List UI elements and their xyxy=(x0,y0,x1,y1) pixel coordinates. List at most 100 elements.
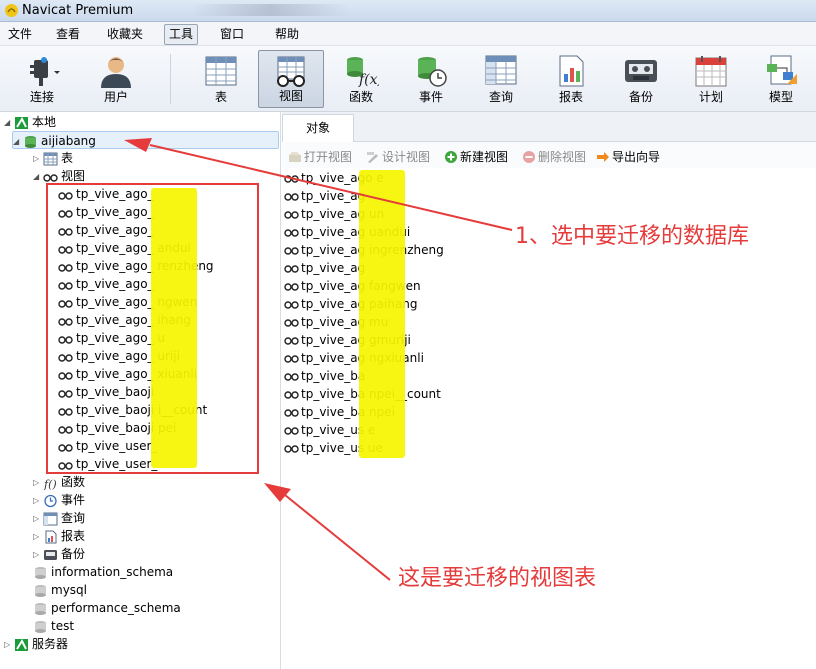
menu-file[interactable]: 文件 xyxy=(4,26,36,44)
tree-node-db-aijiabang[interactable]: ◢ aijiabang xyxy=(12,131,279,149)
report-label: 报表 xyxy=(558,90,583,104)
database-gray-icon xyxy=(35,566,46,579)
open-view-icon xyxy=(289,152,301,162)
export-wizard-button[interactable]: 导出向导 xyxy=(596,148,660,165)
glasses-icon xyxy=(284,282,299,291)
menu-window[interactable]: 窗口 xyxy=(216,26,248,44)
collapse-arrow-icon[interactable]: ◢ xyxy=(13,133,23,151)
tree-db-label: performance_schema xyxy=(51,601,181,615)
menu-bar: 文件 查看 收藏夹 工具 窗口 帮助 xyxy=(0,22,816,46)
design-view-icon xyxy=(367,152,378,163)
menu-view[interactable]: 查看 xyxy=(52,26,84,44)
function-icon: f() xyxy=(43,478,57,490)
query-icon xyxy=(43,512,58,525)
tree-label-reports: 报表 xyxy=(61,529,86,543)
glasses-icon xyxy=(43,173,58,182)
expand-arrow-icon[interactable]: ▷ xyxy=(4,636,14,654)
tree-label-events: 事件 xyxy=(61,493,86,507)
user-button[interactable]: 用户 xyxy=(86,50,146,108)
glasses-icon xyxy=(284,264,299,273)
menu-favorites[interactable]: 收藏夹 xyxy=(103,26,147,44)
model-label: 模型 xyxy=(768,90,793,104)
query-button[interactable]: 查询 xyxy=(471,50,531,108)
table-label: 表 xyxy=(214,90,227,104)
report-button[interactable]: 报表 xyxy=(541,50,601,108)
event-button[interactable]: 事件 xyxy=(401,50,461,108)
backup-button[interactable]: 备份 xyxy=(611,50,671,108)
menu-tools[interactable]: 工具 xyxy=(164,24,199,45)
design-view-label: 设计视图 xyxy=(382,150,431,164)
tree-db-label: information_schema xyxy=(51,565,174,579)
model-icon xyxy=(767,55,797,85)
collapse-arrow-icon[interactable]: ◢ xyxy=(33,168,43,186)
glasses-icon xyxy=(284,246,299,255)
view-object-label: tp_vive_ag xyxy=(301,261,366,275)
tree-node-db[interactable]: test xyxy=(33,617,74,635)
view-button[interactable]: 视图 xyxy=(258,50,324,108)
open-view-label: 打开视图 xyxy=(304,150,353,164)
query-icon xyxy=(485,55,517,85)
tree-node-local[interactable]: ◢ 本地 xyxy=(4,113,56,131)
expand-arrow-icon[interactable]: ▷ xyxy=(33,546,43,564)
database-gray-icon xyxy=(35,602,46,615)
table-button[interactable]: 表 xyxy=(191,50,251,108)
expand-arrow-icon[interactable]: ▷ xyxy=(33,150,43,168)
connect-button[interactable]: 连接 xyxy=(12,50,72,108)
collapse-arrow-icon[interactable]: ◢ xyxy=(4,114,14,132)
open-view-button[interactable]: 打开视图 xyxy=(288,148,352,165)
table-icon xyxy=(205,56,237,86)
plug-icon xyxy=(30,57,60,86)
design-view-button[interactable]: 设计视图 xyxy=(366,148,430,165)
expand-arrow-icon[interactable]: ▷ xyxy=(33,474,43,492)
expand-arrow-icon[interactable]: ▷ xyxy=(33,528,43,546)
tab-objects[interactable]: 对象 xyxy=(282,114,354,142)
tree-label-views: 视图 xyxy=(61,169,86,183)
expand-arrow-icon[interactable]: ▷ xyxy=(33,492,43,510)
view-label: 视图 xyxy=(278,89,303,103)
annotation-note-1: 1、选中要迁移的数据库 xyxy=(515,224,749,249)
tree-node-functions[interactable]: ▷ f() 函数 xyxy=(33,473,85,491)
view-object-item[interactable]: tp_vive_ba xyxy=(284,367,365,385)
schedule-label: 计划 xyxy=(698,90,723,104)
new-view-button[interactable]: 新建视图 xyxy=(444,148,508,165)
tree-node-events[interactable]: ▷ 事件 xyxy=(33,491,85,509)
highlight-mark xyxy=(151,188,197,468)
connection-icon xyxy=(15,116,28,129)
query-label: 查询 xyxy=(488,90,513,104)
plus-icon xyxy=(445,151,457,163)
tree-node-servers[interactable]: ▷ 服务器 xyxy=(4,635,68,653)
tree-node-backups[interactable]: ▷ 备份 xyxy=(33,545,85,563)
function-icon: f(x) xyxy=(347,57,379,88)
backup-icon xyxy=(44,549,57,560)
tree-node-db[interactable]: performance_schema xyxy=(33,599,181,617)
menu-help[interactable]: 帮助 xyxy=(271,26,303,44)
tree-label-servers: 服务器 xyxy=(32,637,69,651)
glasses-icon xyxy=(284,354,299,363)
function-button[interactable]: f(x) 函数 xyxy=(331,50,391,108)
glasses-icon xyxy=(284,426,299,435)
schedule-button[interactable]: 计划 xyxy=(681,50,741,108)
glasses-icon xyxy=(284,390,299,399)
annotation-note-2: 这是要迁移的视图表 xyxy=(398,566,597,591)
view-object-item[interactable]: tp_vive_ag xyxy=(284,259,365,277)
object-toolbar: 打开视图 设计视图 新建视图 删除视图 导出向导 xyxy=(282,142,816,168)
minus-icon xyxy=(523,151,535,163)
tree-node-db[interactable]: information_schema xyxy=(33,563,173,581)
tree-node-queries[interactable]: ▷ 查询 xyxy=(33,509,85,527)
event-icon xyxy=(418,57,447,87)
tree-label-db: aijiabang xyxy=(41,134,96,148)
glasses-icon xyxy=(284,318,299,327)
delete-view-label: 删除视图 xyxy=(538,150,587,164)
export-arrow-icon xyxy=(597,152,609,162)
tree-node-reports[interactable]: ▷ 报表 xyxy=(33,527,85,545)
tree-node-tables[interactable]: ▷ 表 xyxy=(33,149,73,167)
tree-label-queries: 查询 xyxy=(61,511,86,525)
calendar-icon xyxy=(695,56,727,87)
delete-view-button[interactable]: 删除视图 xyxy=(522,148,586,165)
expand-arrow-icon[interactable]: ▷ xyxy=(33,510,43,528)
tree-node-db[interactable]: mysql xyxy=(33,581,87,599)
view-object-label: tp_vive_ag xyxy=(301,189,366,203)
tree-db-label: test xyxy=(51,619,75,633)
model-button[interactable]: 模型 xyxy=(751,50,811,108)
view-object-item[interactable]: tp_vive_ag xyxy=(284,187,365,205)
